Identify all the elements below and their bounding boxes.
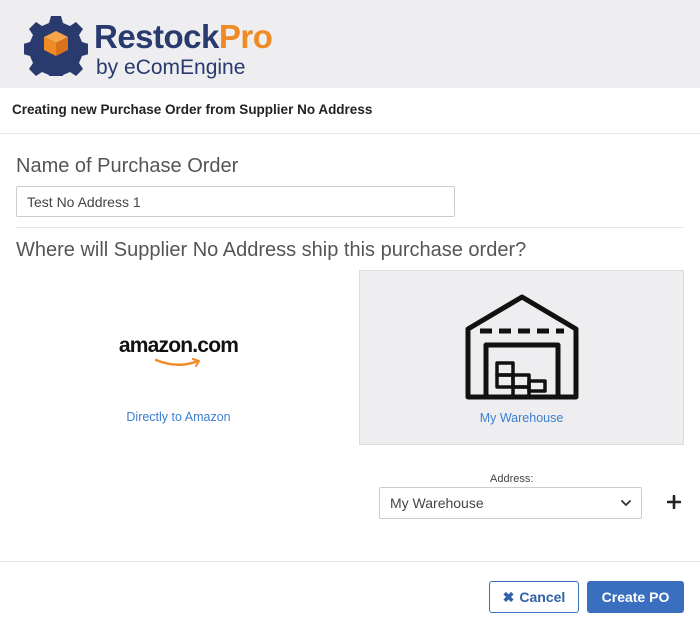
brand-tagline: by eComEngine xyxy=(96,56,246,79)
po-name-label: Name of Purchase Order xyxy=(16,155,239,177)
address-select-value: My Warehouse xyxy=(390,495,484,511)
ship-option-warehouse-label[interactable]: My Warehouse xyxy=(360,411,683,425)
close-icon: ✖ xyxy=(502,588,515,605)
ship-option-amazon-label[interactable]: Directly to Amazon xyxy=(16,410,341,424)
po-name-input[interactable] xyxy=(16,186,455,217)
address-label: Address: xyxy=(490,473,534,485)
cancel-button-label: Cancel xyxy=(519,589,566,605)
footer-divider xyxy=(0,561,700,562)
warehouse-icon xyxy=(465,294,579,400)
ship-option-amazon[interactable]: amazon.com Directly to Amazon xyxy=(16,270,341,445)
cancel-button[interactable]: ✖ Cancel xyxy=(489,581,579,613)
chevron-down-icon xyxy=(621,500,631,506)
brand-name-main: Restock xyxy=(94,18,219,55)
plus-icon xyxy=(666,494,682,510)
ship-option-warehouse[interactable]: My Warehouse xyxy=(359,270,684,445)
gear-box-icon xyxy=(24,16,88,76)
address-select[interactable]: My Warehouse xyxy=(379,487,642,519)
amazon-smile-icon xyxy=(154,358,200,367)
ship-destination-question: Where will Supplier No Address ship this… xyxy=(16,239,527,261)
app-header: RestockPro by eComEngine xyxy=(0,0,700,88)
add-address-button[interactable] xyxy=(662,490,686,516)
dialog-subtitle-bar: Creating new Purchase Order from Supplie… xyxy=(0,88,700,134)
section-divider xyxy=(16,227,684,228)
create-po-button[interactable]: Create PO xyxy=(587,581,684,613)
brand-name: RestockPro xyxy=(94,18,273,56)
brand-name-accent: Pro xyxy=(218,18,273,55)
dialog-subtitle: Creating new Purchase Order from Supplie… xyxy=(12,102,373,117)
amazon-logo: amazon.com xyxy=(118,334,239,357)
